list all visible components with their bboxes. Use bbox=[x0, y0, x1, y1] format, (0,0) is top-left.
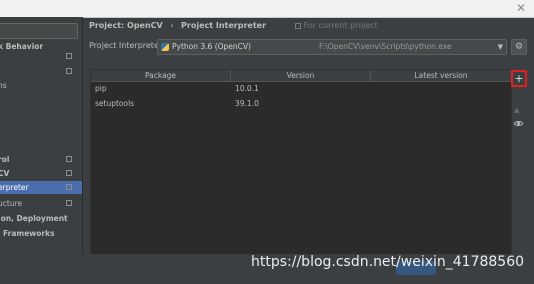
python-icon bbox=[161, 43, 169, 51]
project-scope-icon bbox=[66, 68, 72, 74]
sidebar-item-label: ns bbox=[0, 81, 7, 90]
sidebar-item-deployment[interactable]: ion, Deployment bbox=[0, 212, 82, 225]
sidebar-item-2[interactable] bbox=[0, 65, 82, 78]
sidebar-item-label: rol bbox=[0, 155, 10, 164]
package-name: pip bbox=[95, 84, 107, 93]
breadcrumb: Project: OpenCV › Project Interpreter Fo… bbox=[89, 21, 378, 30]
watermark: https://blog.csdn.net/weixin_41788560 bbox=[251, 254, 525, 270]
interpreter-path: F:\OpenCV\venv\Scripts\python.exe bbox=[319, 42, 452, 51]
project-scope-icon bbox=[294, 23, 301, 29]
sidebar-search-input[interactable] bbox=[0, 23, 78, 39]
interpreter-select[interactable]: Python 3.6 (OpenCV) F:\OpenCV\venv\Scrip… bbox=[157, 39, 507, 55]
sidebar-item-project-interpreter[interactable]: erpreter bbox=[0, 181, 82, 194]
column-header-package[interactable]: Package bbox=[91, 70, 231, 81]
sidebar-item-label: Frameworks bbox=[3, 229, 55, 238]
add-package-button[interactable]: + bbox=[511, 70, 527, 87]
breadcrumb-separator: › bbox=[170, 21, 174, 30]
project-scope-icon bbox=[66, 170, 72, 176]
sidebar-item-label: ucture bbox=[0, 199, 23, 208]
column-header-version[interactable]: Version bbox=[231, 70, 371, 81]
packages-table: Package Version Latest version pip 10.0.… bbox=[90, 69, 512, 256]
sidebar-item-ns[interactable]: ns bbox=[0, 79, 82, 92]
gear-icon[interactable]: ⚙ bbox=[511, 39, 527, 55]
chevron-down-icon[interactable]: ▼ bbox=[498, 40, 503, 54]
eye-icon[interactable] bbox=[514, 121, 523, 126]
column-header-latest-version[interactable]: Latest version bbox=[371, 70, 511, 81]
title-strip: ✕ bbox=[0, 0, 534, 18]
sidebar-item-version-control[interactable]: rol bbox=[0, 153, 82, 166]
close-icon[interactable]: ✕ bbox=[516, 1, 526, 15]
sidebar-item-label: erpreter bbox=[0, 183, 29, 192]
breadcrumb-page: Project Interpreter bbox=[181, 21, 267, 30]
package-name: setuptools bbox=[95, 99, 135, 108]
project-scope-icon bbox=[66, 53, 72, 59]
settings-sidebar: k Behavior ns rol CV erpreter ucture ion… bbox=[0, 17, 83, 254]
table-row[interactable]: pip 10.0.1 bbox=[91, 81, 511, 96]
project-scope-icon bbox=[66, 184, 72, 190]
breadcrumb-project: Project: OpenCV bbox=[89, 21, 163, 30]
upgrade-package-button[interactable]: ▲ bbox=[514, 106, 519, 114]
interpreter-label: Project Interpreter: bbox=[89, 41, 165, 50]
settings-main-panel: Project: OpenCV › Project Interpreter Fo… bbox=[83, 17, 534, 256]
package-version: 10.0.1 bbox=[235, 84, 259, 93]
project-scope-icon bbox=[66, 200, 72, 206]
interpreter-name: Python 3.6 (OpenCV) bbox=[172, 42, 251, 51]
table-row[interactable]: setuptools 39.1.0 bbox=[91, 96, 511, 111]
sidebar-item-1[interactable] bbox=[0, 50, 82, 63]
dialog-footer: https://blog.csdn.net/weixin_41788560 bbox=[0, 254, 534, 284]
sidebar-item-label: CV bbox=[0, 169, 10, 178]
sidebar-item-project-structure[interactable]: ucture bbox=[0, 197, 82, 210]
sidebar-item-project-opencv[interactable]: CV bbox=[0, 167, 82, 180]
sidebar-item-label: ion, Deployment bbox=[0, 214, 68, 223]
package-version: 39.1.0 bbox=[235, 99, 259, 108]
scope-note-text: For current project bbox=[303, 21, 378, 30]
sidebar-item-frameworks[interactable]: Frameworks bbox=[0, 227, 82, 240]
scope-note: For current project bbox=[294, 21, 378, 30]
project-scope-icon bbox=[66, 156, 72, 162]
